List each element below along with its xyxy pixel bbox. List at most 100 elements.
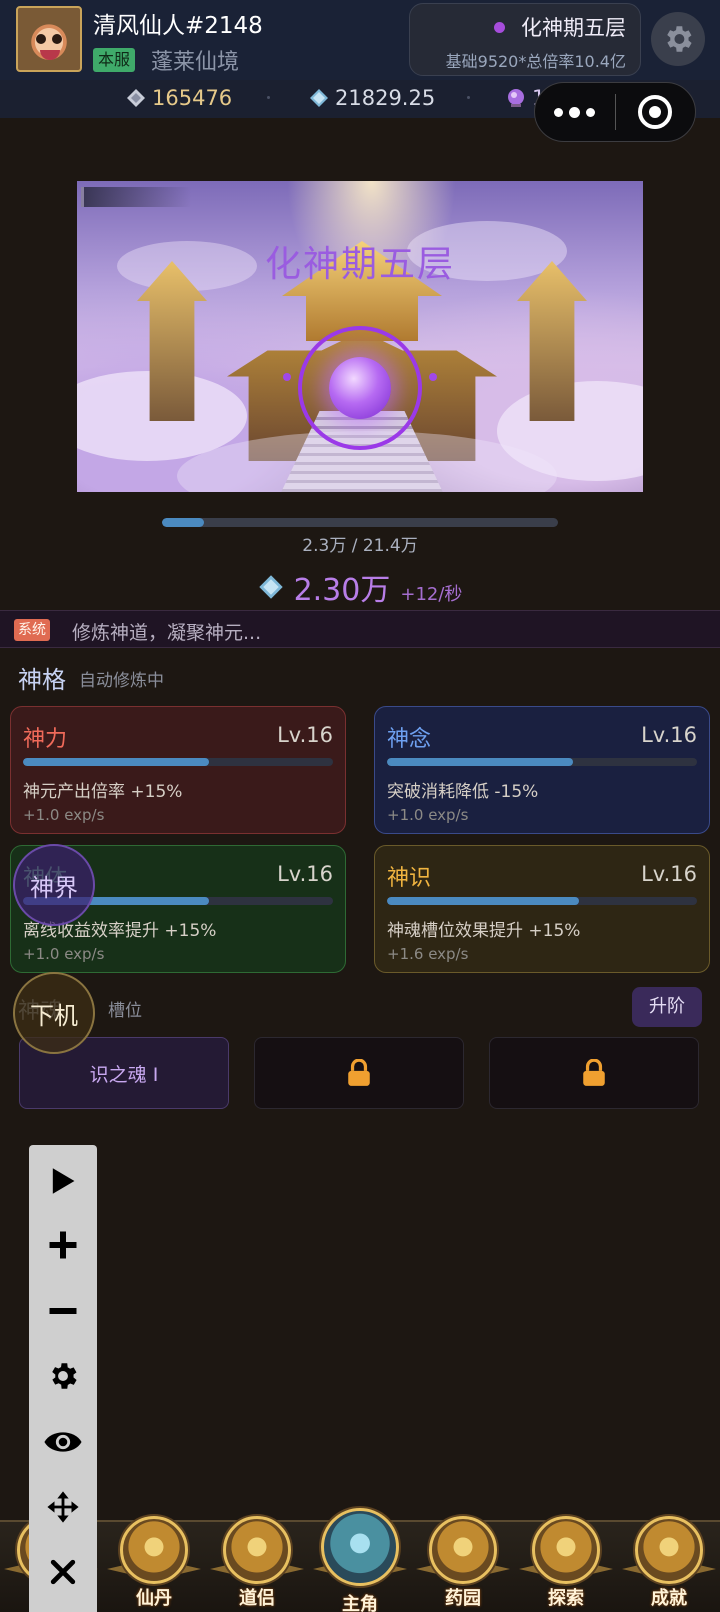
stat-progress-fill [387,758,573,766]
visibility-button[interactable] [29,1415,97,1469]
bottom-nav: 修炼 仙丹 道侣 主角 药园 探索 成就 [0,1508,720,1612]
nav-item-hero[interactable]: 主角 [309,1508,411,1612]
eye-icon [44,1432,82,1452]
elixir-medal-icon [120,1516,188,1584]
stat-name: 神识 [387,866,432,891]
gear-icon [52,1363,77,1389]
stat-progress-fill [23,758,209,766]
zoom-out-button[interactable] [29,1284,97,1338]
currency-crystal-value: 21829.25 [335,86,436,110]
stat-card-power[interactable]: 神力 Lv.16 神元产出倍率 +15% +1.0 exp/s [10,706,346,834]
nav-label: 探索 [548,1588,584,1609]
stat-progress-fill [387,897,580,905]
nav-item-elixir[interactable]: 仙丹 [103,1516,205,1612]
nav-label: 成就 [651,1588,687,1609]
plus-icon [49,1231,77,1259]
soul-slot-2-locked[interactable] [254,1037,464,1109]
stat-card-sense[interactable]: 神识 Lv.16 神魂槽位效果提升 +15% +1.6 exp/s [374,845,710,973]
nav-item-achievement[interactable]: 成就 [618,1516,720,1612]
system-message: 修炼神道，凝聚神元... [72,622,262,644]
target-icon [638,95,673,129]
realm-stats: 基础9520*总倍率10.4亿 [445,52,626,71]
realm-title: 化神期五层 [521,16,626,40]
play-button[interactable] [29,1154,97,1208]
spirit-stone-icon [127,89,145,107]
nav-label: 仙丹 [136,1588,172,1609]
close-miniapp-button[interactable] [616,83,696,141]
stat-effect: 神魂槽位效果提升 +15% [387,921,581,941]
avatar-eye-right [52,34,62,44]
close-tool-button[interactable] [29,1545,97,1599]
realm-dot-icon [494,22,505,33]
server-name: 蓬莱仙境 [151,50,240,75]
cultivation-orb[interactable] [329,357,391,419]
close-icon [50,1559,76,1585]
divine-realm-button[interactable]: 神界 [13,844,95,926]
avatar-eye-left [36,34,46,44]
soul-slot-3-locked[interactable] [489,1037,699,1109]
hero-medal-icon [321,1508,399,1586]
realm-panel[interactable]: 化神期五层 基础9520*总倍率10.4亿 [409,3,641,76]
nav-label: 药园 [445,1588,481,1609]
move-icon [47,1491,79,1523]
stat-level: Lv.16 [641,723,697,747]
nav-item-explore[interactable]: 探索 [515,1516,617,1612]
divinity-status: 自动修炼中 [79,671,164,691]
soul-slot-label: 槽位 [108,1001,142,1021]
currency-crystal[interactable]: 21829.25 [309,86,435,110]
player-avatar[interactable] [16,6,82,72]
zoom-in-button[interactable] [29,1218,97,1272]
nav-label: 道侣 [239,1588,275,1609]
essence-row: 2.30万 +12/秒 [0,565,720,609]
companion-medal-icon [223,1516,291,1584]
nav-item-herb-garden[interactable]: 药园 [412,1516,514,1612]
stat-progress-bar [387,758,697,766]
stat-rate: +1.0 exp/s [387,806,469,824]
stat-progress-bar [387,897,697,905]
upgrade-button[interactable]: 升阶 [632,987,702,1027]
lock-icon [583,1059,605,1086]
cultivation-progress-text: 2.3万 / 21.4万 [302,536,418,556]
miniapp-capsule [534,82,696,142]
realm-scene-image: 化神期五层 [77,181,643,492]
cultivation-progress-bar [162,518,558,527]
stat-level: Lv.16 [641,862,697,886]
more-dots-icon [586,107,596,117]
stat-effect: 突破消耗降低 -15% [387,782,539,802]
nav-label: 主角 [342,1594,378,1612]
crystal-icon [310,89,328,107]
scene-banner [81,187,191,207]
essence-rate: +12/秒 [400,584,463,605]
stat-rate: +1.6 exp/s [387,945,469,963]
stat-rate: +1.0 exp/s [23,945,105,963]
essence-amount: 2.30万 [293,573,391,608]
currency-spirit-stone-value: 165476 [152,86,233,110]
stat-progress-bar [23,758,333,766]
more-dots-icon [569,106,581,118]
currency-separator [467,96,470,99]
nav-item-companion[interactable]: 道侣 [206,1516,308,1612]
system-message-bar: 系统 修炼神道，凝聚神元... [0,610,720,648]
more-dots-icon [554,107,564,117]
minus-icon [49,1308,77,1314]
stat-effect: 神元产出倍率 +15% [23,782,183,802]
scene-realm-title: 化神期五层 [264,244,455,285]
tool-settings-button[interactable] [29,1349,97,1403]
orb-dot [283,373,291,381]
currency-spirit-stone[interactable]: 165476 [126,86,232,110]
stat-name: 神念 [387,727,432,752]
crystal-icon [258,575,283,599]
tool-panel [29,1145,97,1612]
settings-button[interactable] [651,12,705,66]
lock-icon [348,1059,370,1086]
move-handle[interactable] [29,1480,97,1534]
more-menu-button[interactable] [535,83,615,141]
cultivation-progress-fill [162,518,205,527]
avatar-mouth [40,50,60,60]
stat-card-mind[interactable]: 神念 Lv.16 突破消耗降低 -15% +1.0 exp/s [374,706,710,834]
stat-level: Lv.16 [277,723,333,747]
currency-separator [267,96,270,99]
herb-garden-medal-icon [429,1516,497,1584]
orb-dot [429,373,437,381]
offline-button[interactable]: 下机 [13,972,95,1054]
